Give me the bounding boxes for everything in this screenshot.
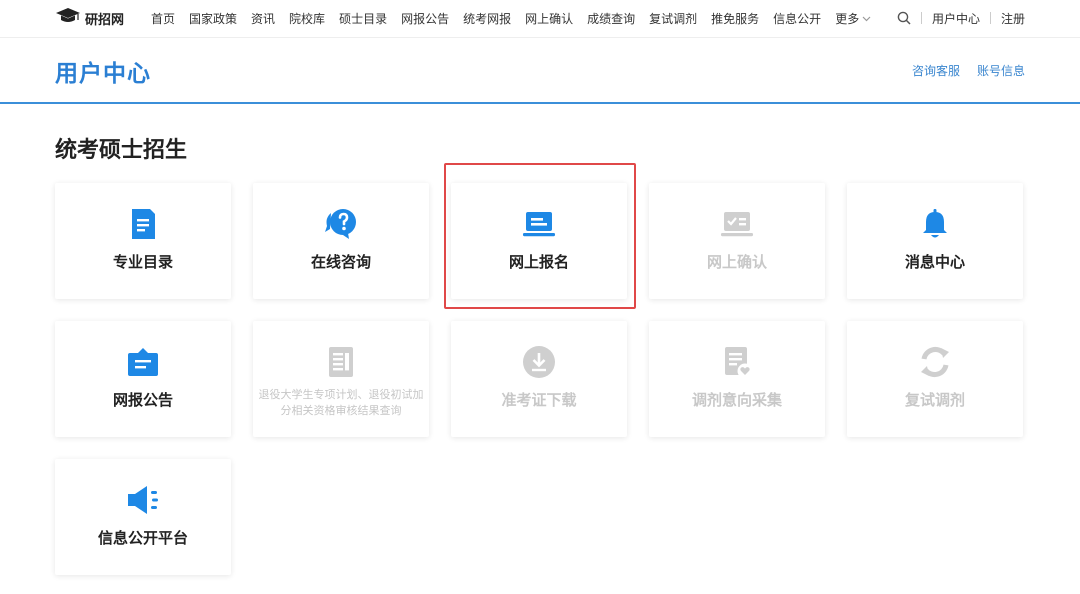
card-online-confirmation[interactable]: 网上确认	[649, 183, 825, 299]
graduation-cap-icon	[55, 7, 81, 29]
nav-item-disclosure[interactable]: 信息公开	[773, 10, 821, 27]
page-title: 用户中心	[55, 61, 151, 87]
account-info-link[interactable]: 账号信息	[977, 62, 1025, 79]
divider	[920, 12, 922, 24]
section-title: 统考硕士招生	[55, 138, 188, 163]
main-menu: 首页 国家政策 资讯 院校库 硕士目录 网报公告 统考网报 网上确认 成绩查询 …	[151, 0, 871, 36]
more-label: 更多	[835, 11, 860, 26]
nav-item-policy[interactable]: 国家政策	[189, 10, 237, 27]
site-logo[interactable]: 研招网	[55, 7, 124, 29]
card-label: 网上报名	[508, 253, 569, 271]
nav-item-scores[interactable]: 成绩查询	[587, 10, 635, 27]
nav-item-announcements[interactable]: 网报公告	[401, 10, 449, 27]
refresh-icon	[917, 343, 953, 381]
nav-item-recommendation[interactable]: 推免服务	[711, 10, 759, 27]
megaphone-icon	[125, 481, 161, 519]
nav-item-schools[interactable]: 院校库	[289, 10, 325, 27]
card-label: 准考证下载	[501, 391, 577, 409]
card-label: 专业目录	[112, 253, 173, 271]
bell-icon	[917, 205, 953, 243]
card-label: 网报公告	[112, 391, 173, 409]
card-veteran-qualification-query[interactable]: 退役大学生专项计划、退役初试加分相关资格审核结果查询	[253, 321, 429, 437]
user-center-link[interactable]: 用户中心	[932, 10, 980, 27]
download-circle-icon	[521, 343, 557, 381]
header-links: 咨询客服 账号信息	[912, 62, 1025, 79]
nav-item-more[interactable]: 更多	[835, 10, 871, 27]
card-registration-notice[interactable]: 网报公告	[55, 321, 231, 437]
card-label: 调剂意向采集	[691, 391, 782, 409]
nav-item-catalog[interactable]: 硕士目录	[339, 10, 387, 27]
nav-item-confirmation[interactable]: 网上确认	[525, 10, 573, 27]
question-chat-icon	[323, 205, 359, 243]
form-heart-icon	[719, 343, 755, 381]
top-nav: 研招网 首页 国家政策 资讯 院校库 硕士目录 网报公告 统考网报 网上确认 成…	[0, 0, 1080, 36]
search-icon[interactable]	[897, 11, 911, 25]
card-label: 复试调剂	[904, 391, 965, 409]
service-grid: 专业目录 在线咨询 网上报名 网上确认 消息中心 网报公告 退役大学生专项计划、…	[55, 183, 1025, 583]
document-icon	[125, 205, 161, 243]
card-label: 在线咨询	[310, 253, 371, 271]
card-online-consult[interactable]: 在线咨询	[253, 183, 429, 299]
nav-item-news[interactable]: 资讯	[251, 10, 275, 27]
briefcase-icon	[125, 343, 161, 381]
card-online-registration[interactable]: 网上报名	[451, 183, 627, 299]
chevron-down-icon	[862, 11, 871, 25]
nav-item-home[interactable]: 首页	[151, 10, 175, 27]
card-label: 退役大学生专项计划、退役初试加分相关资格审核结果查询	[258, 388, 424, 417]
laptop-icon	[521, 205, 557, 243]
card-info-disclosure-platform[interactable]: 信息公开平台	[55, 459, 231, 575]
card-adjustment-intention[interactable]: 调剂意向采集	[649, 321, 825, 437]
checklist-icon	[719, 205, 755, 243]
divider	[989, 12, 991, 24]
card-label: 消息中心	[904, 253, 965, 271]
card-label: 网上确认	[706, 253, 767, 271]
card-major-catalog[interactable]: 专业目录	[55, 183, 231, 299]
card-label: 信息公开平台	[97, 529, 188, 547]
nav-right: 用户中心 注册	[897, 0, 1025, 36]
register-link[interactable]: 注册	[1001, 10, 1025, 27]
card-retest-adjustment[interactable]: 复试调剂	[847, 321, 1023, 437]
nav-item-adjustment[interactable]: 复试调剂	[649, 10, 697, 27]
card-message-center[interactable]: 消息中心	[847, 183, 1023, 299]
logo-text: 研招网	[85, 12, 125, 28]
customer-service-link[interactable]: 咨询客服	[912, 62, 960, 79]
page-header: 用户中心 咨询客服 账号信息	[0, 37, 1080, 104]
nav-item-registration[interactable]: 统考网报	[463, 10, 511, 27]
card-admission-ticket-download[interactable]: 准考证下载	[451, 321, 627, 437]
file-list-icon	[323, 343, 359, 381]
